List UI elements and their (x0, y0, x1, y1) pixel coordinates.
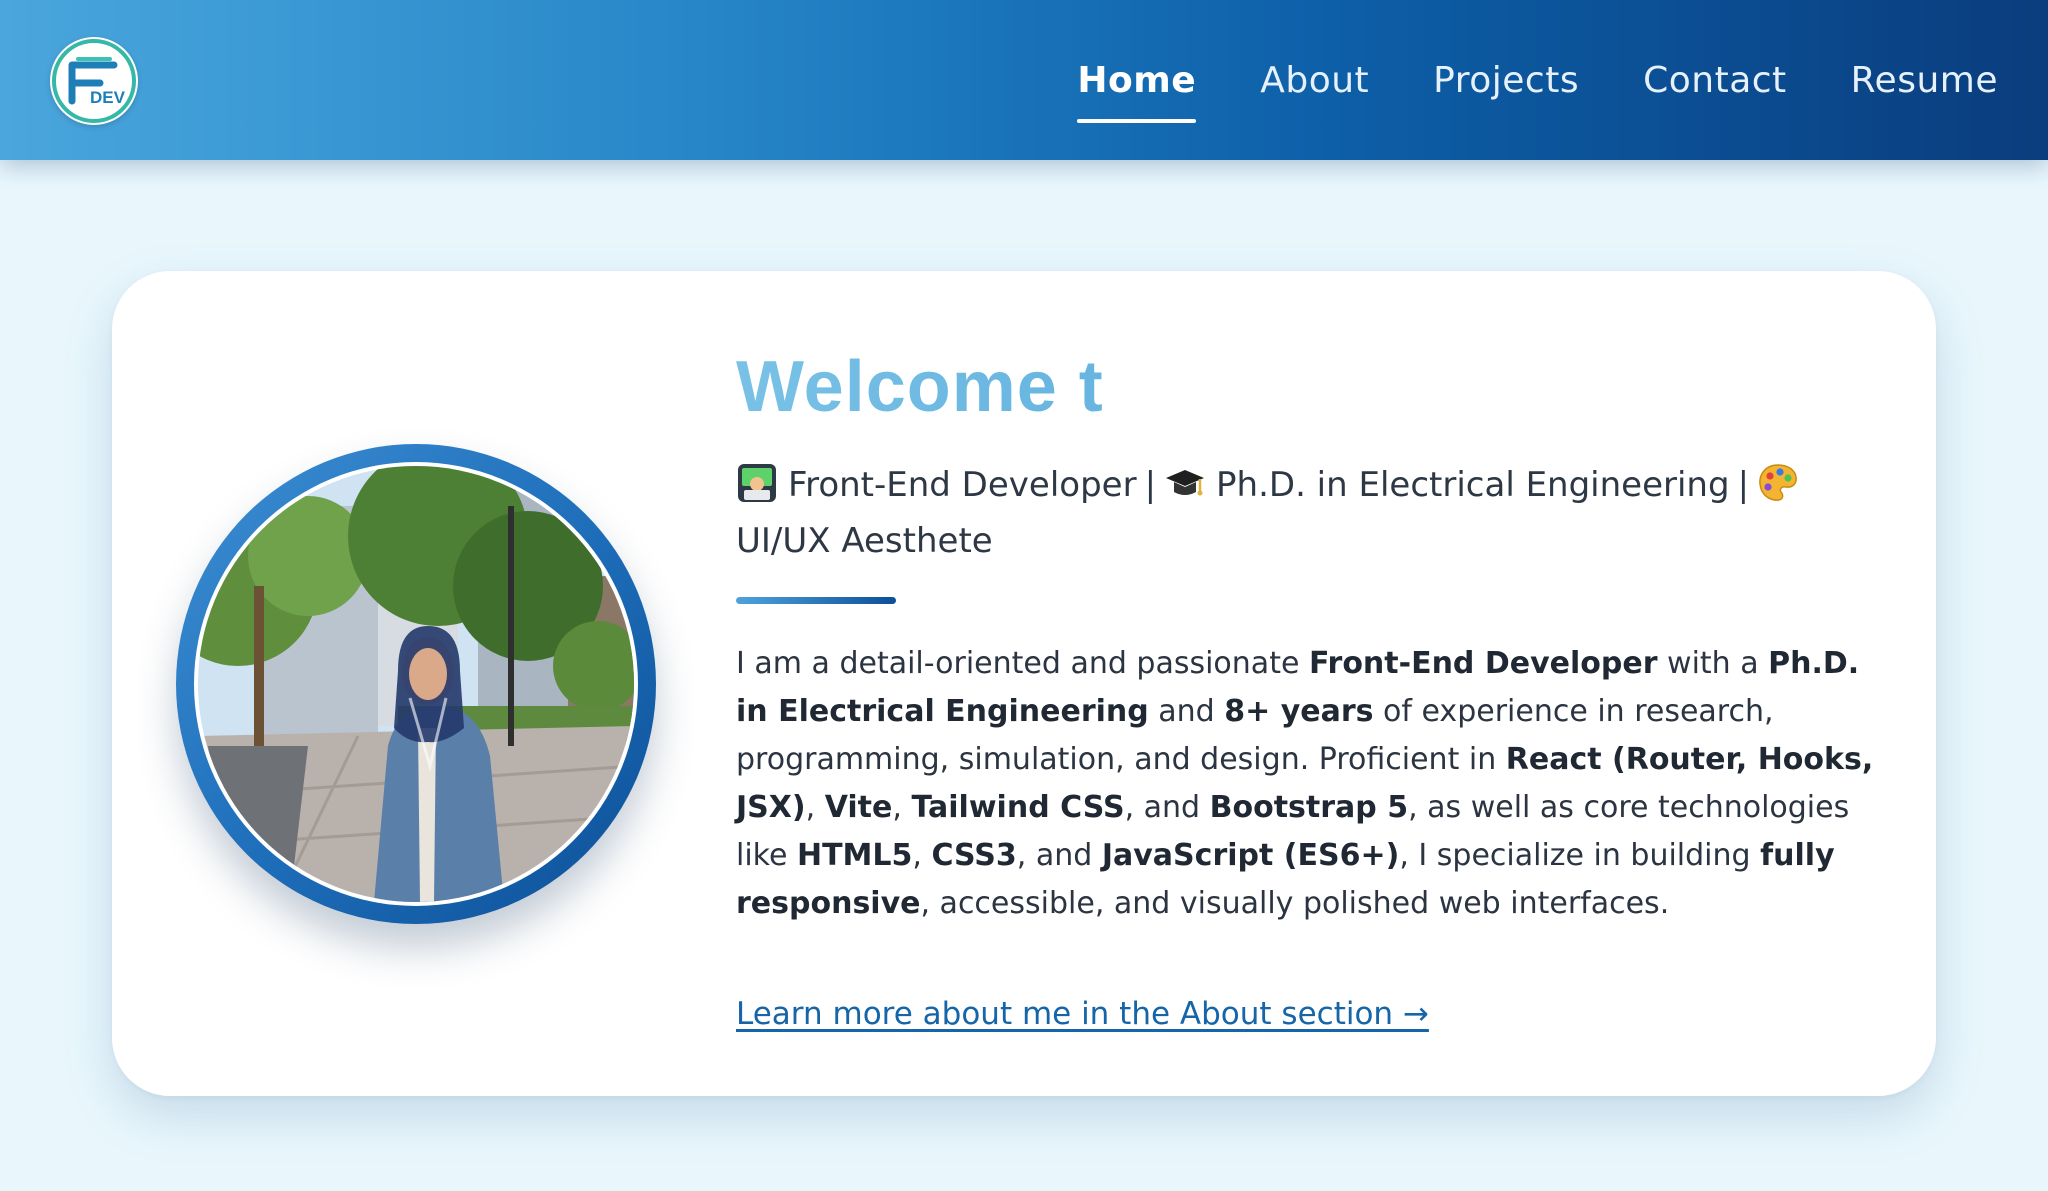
technologist-emoji-icon (738, 464, 776, 502)
bio-highlight: Vite (824, 790, 893, 825)
bio-text: and (1148, 694, 1225, 729)
nav-link-home[interactable]: Home (1077, 60, 1197, 123)
fdev-logo-icon: DEV (52, 39, 136, 123)
welcome-headline: Welcome t (736, 351, 1876, 423)
bio-highlight: CSS3 (931, 838, 1017, 873)
bio-highlight: HTML5 (796, 838, 913, 873)
bio-highlight: JavaScript (ES6+) (1101, 838, 1400, 873)
bio-highlight: Bootstrap 5 (1209, 790, 1409, 825)
role-tagline: Front-End Developer | Ph.D. in Electrical… (736, 457, 1876, 569)
hero-content: Welcome t Front-End Developer | Ph.D. in … (736, 351, 1876, 1032)
profile-avatar (176, 444, 656, 924)
bio-text: , (912, 838, 932, 873)
profile-photo-image (198, 466, 634, 902)
role-front-end: Front-End Developer (788, 465, 1137, 505)
role-ui-ux: UI/UX Aesthete (736, 521, 993, 561)
graduation-cap-icon (1166, 470, 1205, 496)
separator: | (1144, 465, 1157, 505)
profile-photo (198, 466, 634, 902)
nav-link-projects[interactable]: Projects (1433, 60, 1579, 101)
bio-text: , (892, 790, 912, 825)
site-logo[interactable]: DEV (50, 37, 138, 125)
bio-text: , and (1124, 790, 1210, 825)
bio-text: I am a detail-oriented and passionate (736, 646, 1309, 681)
bio-text: , and (1016, 838, 1102, 873)
nav-link-about[interactable]: About (1260, 60, 1369, 101)
bio-highlight: Tailwind CSS (911, 790, 1125, 825)
learn-more-link[interactable]: Learn more about me in the About section… (736, 996, 1429, 1032)
bio-highlight: 8+ years (1224, 694, 1374, 729)
nav-link-contact[interactable]: Contact (1643, 60, 1787, 101)
svg-text:DEV: DEV (90, 88, 126, 107)
bio-highlight: Front-End Developer (1308, 646, 1658, 681)
hero-card: Welcome t Front-End Developer | Ph.D. in … (112, 271, 1936, 1096)
accent-divider (736, 597, 896, 604)
artist-palette-icon (1759, 464, 1797, 501)
main-nav: Home About Projects Contact Resume (1077, 0, 1998, 160)
bio-paragraph: I am a detail-oriented and passionate Fr… (736, 640, 1876, 928)
separator: | (1737, 465, 1750, 505)
bio-text: , accessible, and visually polished web … (920, 886, 1670, 921)
bio-text: , I specialize in building (1399, 838, 1761, 873)
top-navbar: DEV Home About Projects Contact Resume (0, 0, 2048, 160)
nav-link-resume[interactable]: Resume (1851, 60, 1998, 101)
bio-text: , (805, 790, 825, 825)
role-phd: Ph.D. in Electrical Engineering (1216, 465, 1730, 505)
bio-text: with a (1657, 646, 1769, 681)
